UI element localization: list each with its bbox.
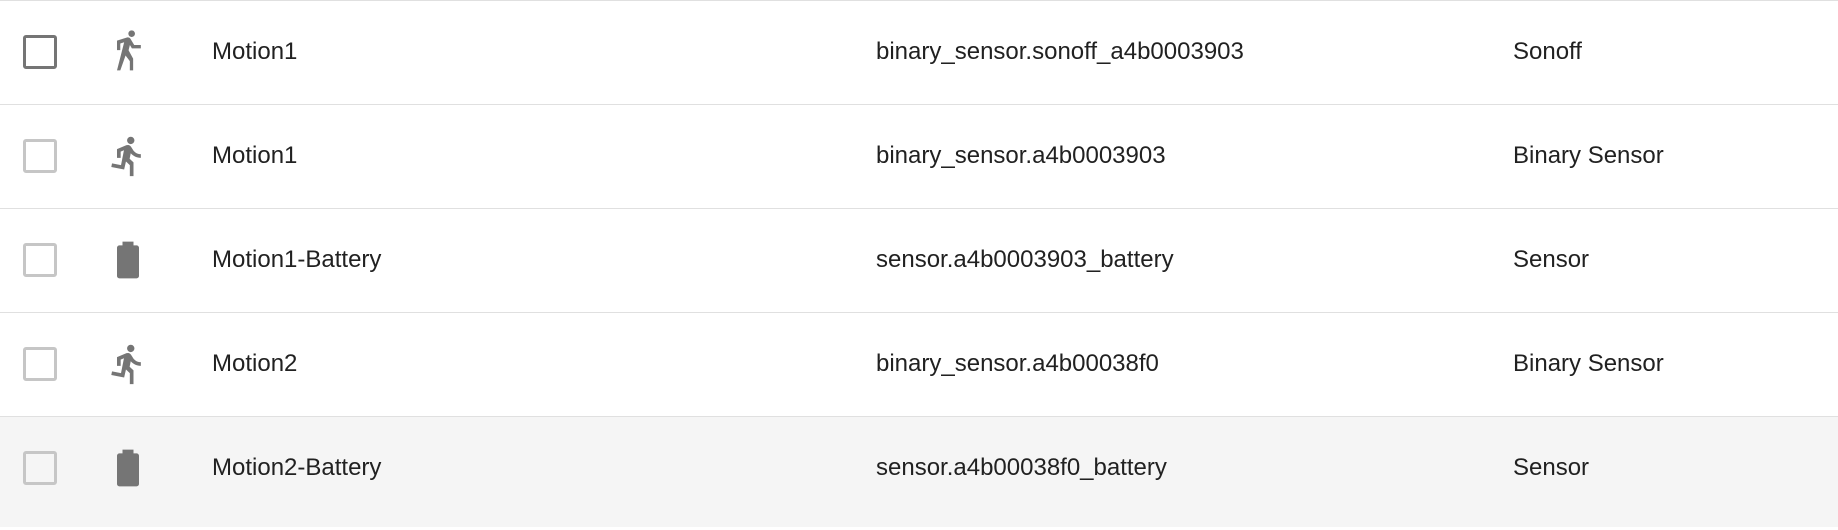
row-checkbox[interactable] <box>23 347 57 381</box>
entity-id: sensor.a4b0003903_battery <box>876 246 1174 273</box>
entity-integration: Binary Sensor <box>1513 142 1664 169</box>
entity-integration: Sensor <box>1513 454 1590 481</box>
entity-name: Motion2-Battery <box>212 454 382 481</box>
entity-id: binary_sensor.a4b00038f0 <box>876 350 1159 377</box>
row-checkbox[interactable] <box>23 243 57 277</box>
entity-integration: Sonoff <box>1513 38 1582 65</box>
walk-icon <box>106 29 150 75</box>
entity-id: sensor.a4b00038f0_battery <box>876 454 1167 481</box>
entity-id: binary_sensor.sonoff_a4b0003903 <box>876 38 1244 65</box>
entity-name: Motion1 <box>212 142 298 169</box>
entity-name: Motion1 <box>212 38 298 65</box>
entities-table: Motion1 binary_sensor.sonoff_a4b0003903 … <box>0 0 1838 530</box>
table-row[interactable]: Motion2 binary_sensor.a4b00038f0 Binary … <box>0 313 1838 417</box>
row-checkbox[interactable] <box>23 451 57 485</box>
entity-integration: Sensor <box>1513 246 1590 273</box>
entity-id: binary_sensor.a4b0003903 <box>876 142 1166 169</box>
run-icon <box>106 133 150 179</box>
table-row[interactable]: Motion1 binary_sensor.a4b0003903 Binary … <box>0 105 1838 209</box>
entity-name: Motion1-Battery <box>212 246 382 273</box>
table-row[interactable]: Motion1 binary_sensor.sonoff_a4b0003903 … <box>0 1 1838 105</box>
run-icon <box>106 341 150 387</box>
battery-icon <box>106 237 150 283</box>
battery-icon <box>106 445 150 491</box>
entity-integration: Binary Sensor <box>1513 350 1664 377</box>
entity-name: Motion2 <box>212 350 298 377</box>
row-checkbox[interactable] <box>23 139 57 173</box>
row-checkbox[interactable] <box>23 35 57 69</box>
table-row[interactable]: Motion2-Battery sensor.a4b00038f0_batter… <box>0 417 1838 527</box>
table-row[interactable]: Motion1-Battery sensor.a4b0003903_batter… <box>0 209 1838 313</box>
